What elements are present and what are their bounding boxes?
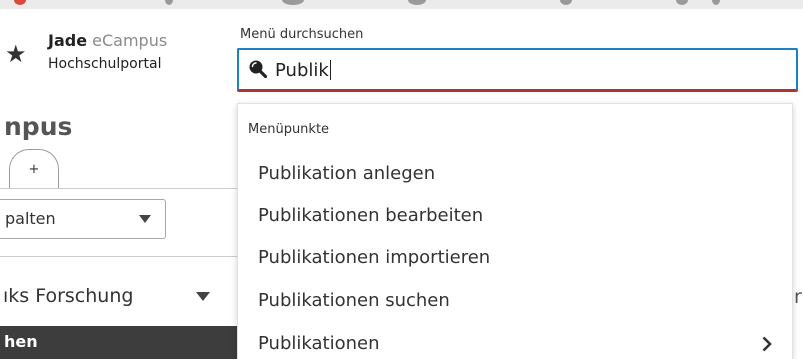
menu-item-label: Publikation anlegen xyxy=(258,163,436,184)
text-caret xyxy=(329,60,331,80)
chevron-down-icon[interactable] xyxy=(196,292,210,301)
page-title: npus xyxy=(4,112,73,141)
brand-name-light: eCampus xyxy=(87,31,168,50)
menu-item-label: Publikationen bearbeiten xyxy=(258,205,484,226)
page: ★ Jade eCampus Hochschulportal Menü durc… xyxy=(0,0,803,359)
divider xyxy=(0,256,237,257)
menu-item-publikationen[interactable]: Publikationen xyxy=(238,324,792,359)
search-label: Menü durchsuchen xyxy=(240,27,364,42)
browser-top-strip xyxy=(0,0,803,9)
add-tab-button[interactable]: + xyxy=(9,149,59,189)
menu-item-publikationen-suchen[interactable]: Publikationen suchen xyxy=(238,281,792,321)
menu-search-input[interactable]: Publik xyxy=(237,48,798,92)
menu-item-label: Publikationen suchen xyxy=(258,290,450,311)
toolbar-dot xyxy=(165,0,173,5)
toolbar-dot xyxy=(282,0,304,5)
chevron-down-icon xyxy=(139,215,151,223)
select-value: palten xyxy=(5,209,56,228)
menu-item-label: Publikationen importieren xyxy=(258,247,491,268)
brand-subtitle: Hochschulportal xyxy=(48,56,162,72)
section-heading[interactable]: ıks Forschung xyxy=(3,285,133,307)
toolbar-dot xyxy=(560,0,572,5)
toolbar-dot xyxy=(676,0,688,5)
search-results-dropdown: Menüpunkte Publikation anlegen Publikati… xyxy=(237,103,793,359)
search-icon xyxy=(249,60,267,78)
partial-text: r xyxy=(794,286,802,308)
search-value: Publik xyxy=(275,60,331,82)
sidebar-item-label: hen xyxy=(4,332,38,351)
toolbar-dot xyxy=(14,0,26,5)
menu-item-publikationen-importieren[interactable]: Publikationen importieren xyxy=(238,238,792,278)
search-text: Publik xyxy=(275,60,329,81)
star-icon[interactable]: ★ xyxy=(5,42,27,66)
menu-item-publikationen-bearbeiten[interactable]: Publikationen bearbeiten xyxy=(238,196,792,236)
results-group-label: Menüpunkte xyxy=(248,122,330,137)
columns-select[interactable]: palten xyxy=(0,199,166,239)
brand-logo[interactable]: Jade eCampus xyxy=(48,32,167,50)
brand-name-bold: Jade xyxy=(48,31,88,50)
menu-item-publikation-anlegen[interactable]: Publikation anlegen xyxy=(238,154,792,194)
sidebar-item-active[interactable]: hen xyxy=(0,326,237,359)
toolbar-dot xyxy=(408,0,426,5)
chevron-right-icon xyxy=(762,336,772,352)
menu-item-label: Publikationen xyxy=(258,333,380,354)
toolbar-dot xyxy=(712,0,720,5)
divider xyxy=(0,188,237,189)
